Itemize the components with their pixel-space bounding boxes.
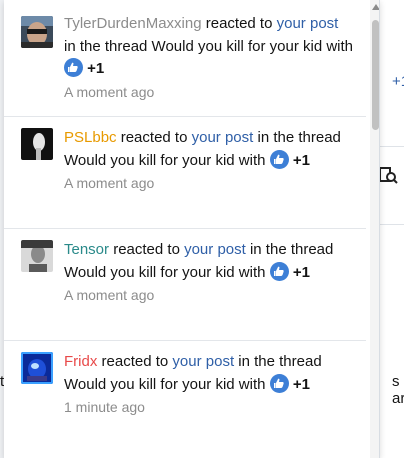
thumbs-up-icon bbox=[269, 261, 289, 281]
notification-item[interactable]: TylerDurdenMaxxing reacted to your post … bbox=[4, 0, 366, 117]
scrollbar[interactable] bbox=[370, 0, 379, 458]
reaction-label: +1 bbox=[87, 60, 105, 77]
username-link[interactable]: PSLbbc bbox=[64, 129, 117, 146]
timestamp: A moment ago bbox=[64, 287, 155, 303]
post-link[interactable]: your post bbox=[277, 15, 339, 32]
username-link[interactable]: Fridx bbox=[64, 353, 97, 370]
notification-text: Fridx reacted to your post in the thread… bbox=[64, 351, 354, 420]
notification-item[interactable]: Tensor reacted to your post in the threa… bbox=[4, 228, 366, 341]
background-divider bbox=[380, 224, 404, 225]
notification-item[interactable]: Fridx reacted to your post in the thread… bbox=[4, 340, 366, 458]
username-link[interactable]: Tensor bbox=[64, 241, 109, 258]
post-link[interactable]: your post bbox=[192, 129, 254, 146]
post-link[interactable]: your post bbox=[172, 353, 234, 370]
background-reaction-count: +1 bbox=[392, 73, 404, 90]
notification-item[interactable]: PSLbbc reacted to your post in the threa… bbox=[4, 116, 366, 229]
timestamp: 1 minute ago bbox=[64, 399, 145, 415]
avatar[interactable] bbox=[21, 128, 53, 160]
action-text: reacted to bbox=[113, 241, 180, 258]
post-link[interactable]: your post bbox=[184, 241, 246, 258]
timestamp: A moment ago bbox=[64, 175, 155, 191]
background-divider bbox=[380, 146, 404, 147]
thumbs-up-icon bbox=[64, 58, 83, 77]
thumbs-up-icon bbox=[269, 373, 289, 393]
scrollbar-thumb[interactable] bbox=[372, 20, 379, 130]
avatar[interactable] bbox=[21, 16, 53, 48]
notification-text: TylerDurdenMaxxing reacted to your post … bbox=[64, 13, 354, 104]
thread-text[interactable]: in the thread Would you kill for your ki… bbox=[64, 38, 353, 55]
reaction-label: +1 bbox=[292, 151, 310, 169]
avatar[interactable] bbox=[21, 352, 53, 384]
notifications-popup: TylerDurdenMaxxing reacted to your post … bbox=[4, 0, 380, 458]
username-link[interactable]: TylerDurdenMaxxing bbox=[64, 15, 202, 32]
background-text-fragment: s ar bbox=[392, 373, 404, 407]
search-icon[interactable] bbox=[378, 165, 398, 190]
action-text: reacted to bbox=[101, 353, 169, 370]
timestamp: A moment ago bbox=[64, 83, 155, 100]
reaction-label: +1 bbox=[292, 263, 310, 281]
scroll-up-arrow-icon[interactable] bbox=[372, 4, 379, 10]
action-text: reacted to bbox=[205, 15, 273, 32]
notification-text: PSLbbc reacted to your post in the threa… bbox=[64, 127, 354, 196]
reaction-label: +1 bbox=[292, 375, 310, 393]
avatar[interactable] bbox=[21, 240, 53, 272]
thumbs-up-icon bbox=[269, 149, 289, 169]
notification-text: Tensor reacted to your post in the threa… bbox=[64, 239, 354, 308]
action-text: reacted to bbox=[120, 129, 188, 146]
